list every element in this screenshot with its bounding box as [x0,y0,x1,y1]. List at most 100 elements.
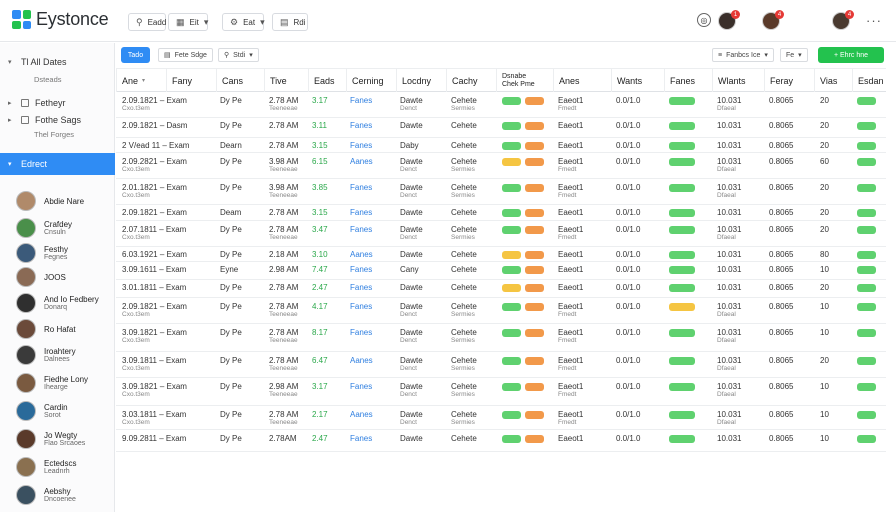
amount-cell: 0.0/1.0 [616,328,641,337]
help-icon[interactable]: ◎ [697,13,711,27]
table-row[interactable]: 3.01.1811 – Exam Dy Pe 2.78 AM 2.47 Fanes Daw… [116,280,886,298]
sidebar-person[interactable]: Ectedscs Leadnrh [16,457,76,477]
sidebar-person[interactable]: Festhy Fegnes [16,243,68,263]
time-cell: 2.78 AM [269,328,299,337]
toolbar-button[interactable]: ⚲ Eadd [128,13,166,31]
column-header[interactable]: Wants [611,69,664,92]
sidebar-person[interactable]: Aebshy Dncoenee [16,485,76,505]
add-record-button[interactable]: + Ehrc hne [818,47,884,63]
code-cell: Eaeot1 [558,382,584,391]
column-header[interactable]: Feray [764,69,814,92]
toolbar-button[interactable]: ▤ Rdi [272,13,308,31]
table-row[interactable]: 3.09.1811 – Exam Cxo.t3em Dy Pe 2.78 AM Teen… [116,352,886,378]
record-link[interactable]: Fanes [350,302,372,311]
record-link[interactable]: Fanes [350,328,372,337]
record-link[interactable]: Fanes [350,283,372,292]
record-link[interactable]: Fanes [350,121,372,130]
column-header[interactable]: Wlants [712,69,764,92]
sidebar-person[interactable]: Ro Hafat [16,319,76,339]
index-cell: 10.031 [717,141,742,150]
column-header-label: Dsnabe Chek Pme [502,72,535,88]
column-header[interactable]: Fany [166,69,216,92]
field-select[interactable]: Fe ▾ [780,48,808,62]
column-header[interactable]: Ane ▾ [116,69,166,92]
index-cell: 10.031 [717,356,742,365]
sidebar-person[interactable]: Cardin Sorot [16,401,68,421]
status-pill [857,184,876,192]
sidebar-item-label: Edrect [21,159,48,169]
search-select[interactable]: ⚲ Stdi ▾ [218,48,259,62]
code-subtext: Fmedt [558,365,577,372]
status-pill [857,435,876,443]
column-header[interactable]: Tive [264,69,308,92]
index-cell: 10.031 [717,328,742,337]
sidebar-person[interactable]: Abdie Nare [16,191,84,211]
location-subtext: Denct [400,391,417,398]
record-link[interactable]: Fanes [350,434,372,443]
table-row[interactable]: 6.03.1921 – Exam Dy Pe 2.18 AM 3.10 Aanes Daw… [116,247,886,262]
filter-select[interactable]: ≡ Fanbcs Ice ▾ [712,48,774,62]
score-cell: 0.8065 [769,283,794,292]
channel-cell: Cehete [451,328,477,337]
table-row[interactable]: 2.09.2821 – Exam Cxo.t3em Dy Pe 3.98 AM Teen… [116,153,886,179]
quantity-cell: 10 [820,382,829,391]
table-row[interactable]: 2 V/ead 11 – Exam Dearn 2.78 AM 3.15 Fanes Da… [116,138,886,153]
view-select[interactable]: ▤ Fete Sdge [158,48,213,62]
sidebar-item-active[interactable]: ▾ Edrect [0,153,115,175]
sidebar-person[interactable]: And Io Fedbery Donarq [16,293,99,313]
column-header[interactable]: Cerning [346,69,396,92]
status-pill [857,142,876,150]
logo-tile [22,10,31,19]
column-header[interactable]: Vias [814,69,852,92]
record-link[interactable]: Aanes [350,250,373,259]
sidebar-item-all-dates[interactable]: ▾ Tl All Dates [0,57,115,67]
column-header[interactable]: Esdan [852,69,886,92]
column-header[interactable]: Dsnabe Chek Pme [496,69,553,92]
app-logo[interactable]: Eystonce [12,9,109,30]
column-header[interactable]: Locdny [396,69,446,92]
table-row[interactable]: 2.09.1821 – Exam Cxo.t3em Dy Pe 2.78 AM Teen… [116,298,886,324]
toolbar-button[interactable]: ⚙ Eat ▾ [222,13,265,31]
column-header[interactable]: Cans [216,69,264,92]
record-link[interactable]: Aanes [350,356,373,365]
more-options-icon[interactable]: ··· [866,13,882,28]
column-header[interactable]: Fanes [664,69,712,92]
table-row[interactable]: 3.03.1811 – Exam Cxo.t3em Dy Pe 2.78 AM Teen… [116,406,886,430]
sidebar-item-fetheyr[interactable]: ▸ Fetheyr [0,98,115,108]
record-link[interactable]: Aanes [350,157,373,166]
table-row[interactable]: 3.09.1821 – Exam Cxo.t3em Dy Pe 2.78 AM Teen… [116,324,886,352]
record-link[interactable]: Aanes [350,410,373,419]
sidebar-person[interactable]: Crafdey Cnsuln [16,218,72,238]
record-link[interactable]: Fanes [350,208,372,217]
record-link[interactable]: Fanes [350,382,372,391]
column-header[interactable]: Anes [553,69,611,92]
avatar [16,457,36,477]
status-pill [857,158,876,166]
table-row[interactable]: 3.09.1821 – Exam Cxo.t3em Dy Pe 2.98 AM Teen… [116,378,886,406]
toolbar-button[interactable]: ▦ Eit ▾ [168,13,208,31]
table-row[interactable]: 2.01.1821 – Exam Cxo.t3em Dy Pe 3.98 AM Teen… [116,179,886,205]
primary-action-button[interactable]: Tado [121,47,150,63]
filter-icon: ≡ [718,51,723,59]
table-row[interactable]: 3.09.1611 – Exam Eyne 2.98 AM 7.47 Fanes Cany… [116,262,886,280]
record-link[interactable]: Fanes [350,265,372,274]
sidebar-person[interactable]: JOOS [16,267,66,287]
record-link[interactable]: Fanes [350,225,372,234]
view-select-label: Fete Sdge [174,51,207,59]
table-row[interactable]: 9.09.2811 – Exam Dy Pe 2.78AM 2.47 Fanes Dawt… [116,430,886,452]
record-link[interactable]: Fanes [350,141,372,150]
table-row[interactable]: 2.09.1821 – Exam Deam 2.78 AM 3.15 Fanes Dawt… [116,205,886,221]
sidebar-item-sags[interactable]: ▸ Fothe Sags [0,115,115,125]
column-header[interactable]: Eads [308,69,346,92]
record-link[interactable]: Fanes [350,183,372,192]
sidebar-person[interactable]: Iroahtery Dalnees [16,345,76,365]
channel-cell: Cehete [451,434,477,443]
record-link[interactable]: Fanes [350,96,372,105]
column-header[interactable]: Cachy [446,69,496,92]
table-row[interactable]: 2.09.1821 – Exam Cxo.t3em Dy Pe 2.78 AM Teen… [116,92,886,118]
sidebar-person[interactable]: Jo Wegty Flao Srcaoes [16,429,85,449]
table-row[interactable]: 2.07.1811 – Exam Cxo.t3em Dy Pe 2.78 AM Teen… [116,221,886,247]
sidebar-person[interactable]: Fiedhe Lony Ihearge [16,373,88,393]
table-row[interactable]: 2.09.1821 – Dasm Dy Pe 2.78 AM 3.11 Fanes Daw… [116,118,886,138]
status-pill [669,329,695,337]
